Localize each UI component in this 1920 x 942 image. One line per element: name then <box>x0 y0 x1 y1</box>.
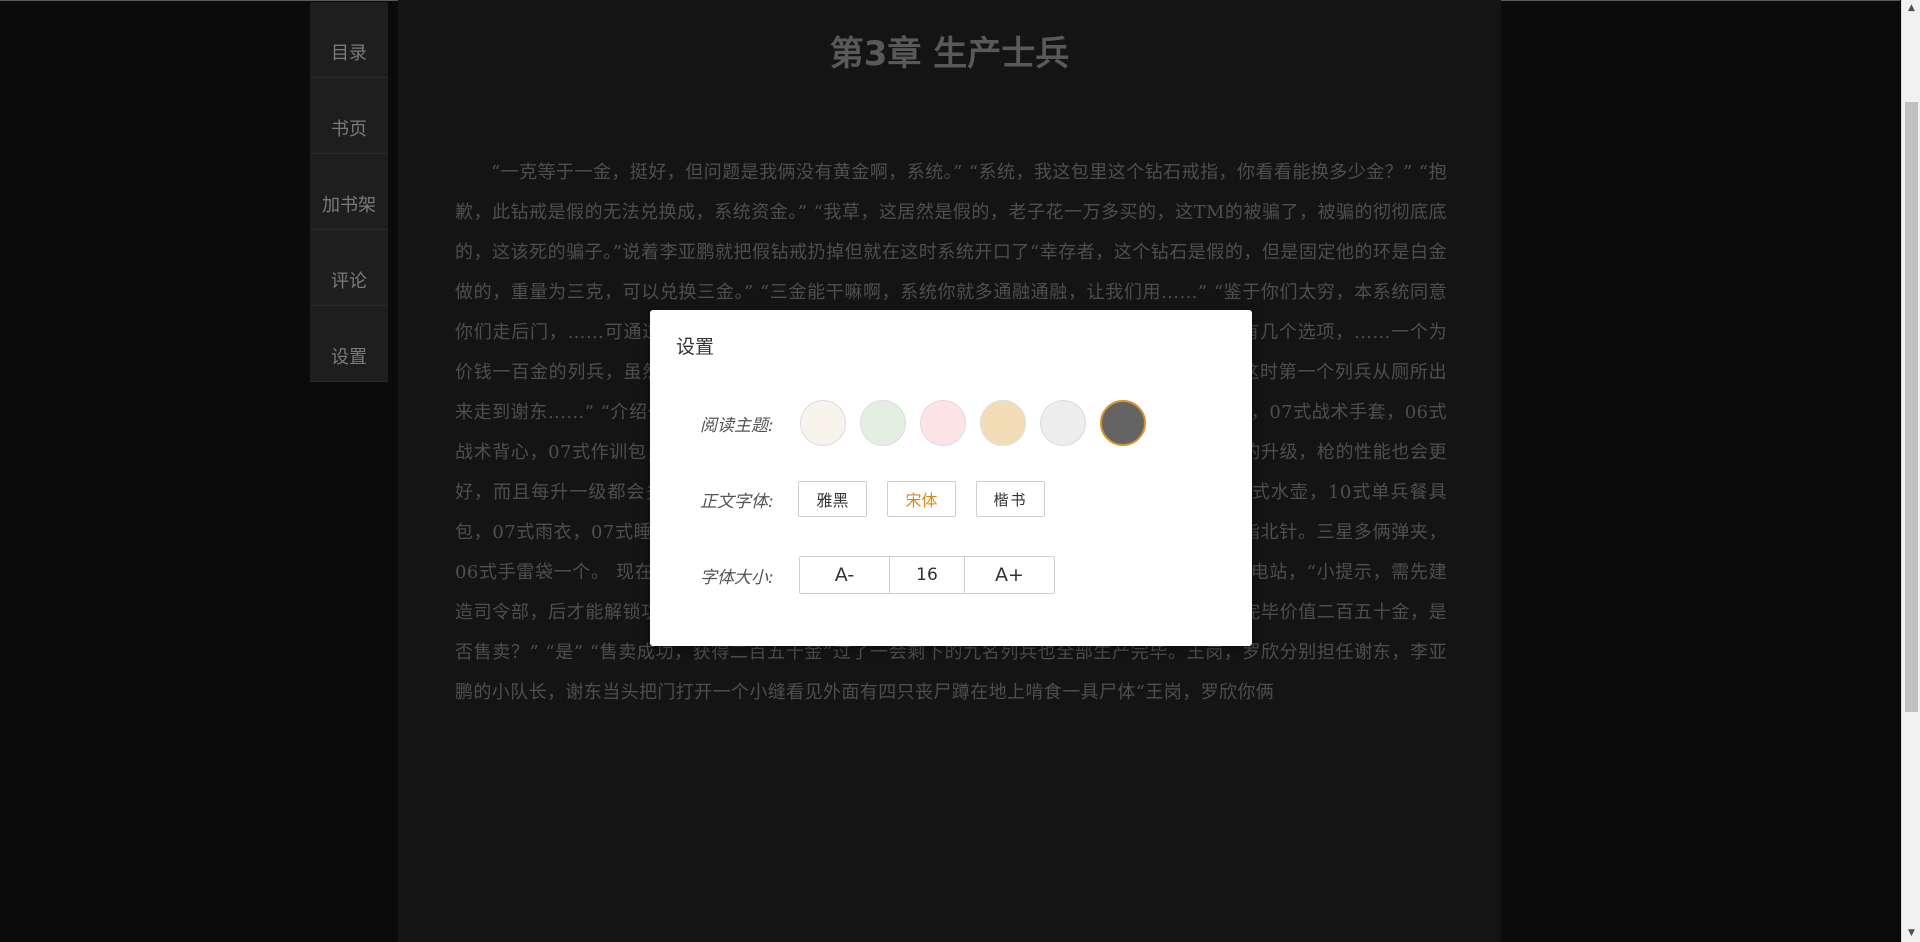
theme-swatch-gray[interactable] <box>1040 400 1086 446</box>
reader-page: 目录 书页 加书架 评论 设置 第3章 生产士兵 “一克等于一金，挺好，但问题是… <box>0 0 1920 942</box>
font-kaishu-button[interactable]: 楷书 <box>976 481 1045 517</box>
theme-swatch-cream[interactable] <box>800 400 846 446</box>
theme-swatch-pink[interactable] <box>920 400 966 446</box>
font-size-stepper: A- 16 A+ <box>799 556 1055 594</box>
scroll-thumb[interactable] <box>1905 102 1918 712</box>
font-size-decrease-button[interactable]: A- <box>800 557 889 593</box>
side-menu-settings[interactable]: 设置 <box>310 306 388 382</box>
theme-swatch-tan[interactable] <box>980 400 1026 446</box>
settings-dialog: 设置 阅读主题: 正文字体: 雅黑 宋体 楷书 字体大小: A- 16 A+ <box>650 310 1252 646</box>
size-label: 字体大小: <box>700 567 774 588</box>
theme-options <box>800 400 1146 446</box>
side-menu-label: 设置 <box>331 347 367 368</box>
font-size-value: 16 <box>889 557 965 593</box>
theme-label: 阅读主题: <box>700 415 774 436</box>
theme-swatch-dark[interactable] <box>1100 400 1146 446</box>
theme-swatch-green[interactable] <box>860 400 906 446</box>
font-row: 正文字体: 雅黑 宋体 楷书 <box>700 481 1045 517</box>
scroll-up-icon[interactable]: ▲ <box>1902 0 1920 17</box>
side-menu-toc[interactable]: 目录 <box>310 2 388 78</box>
page-scrollbar[interactable]: ▲ ▼ <box>1901 0 1920 942</box>
side-menu-label: 目录 <box>331 43 367 64</box>
chapter-title: 第3章 生产士兵 <box>829 34 1070 74</box>
font-options: 雅黑 宋体 楷书 <box>798 481 1045 517</box>
theme-row: 阅读主题: <box>700 400 1146 446</box>
side-menu-label: 书页 <box>331 119 367 140</box>
font-yahei-button[interactable]: 雅黑 <box>798 481 867 517</box>
side-menu-label: 评论 <box>331 271 367 292</box>
side-menu: 目录 书页 加书架 评论 设置 <box>310 2 388 382</box>
side-menu-label: 加书架 <box>322 195 376 216</box>
size-row: 字体大小: A- 16 A+ <box>700 556 1055 594</box>
font-songti-button[interactable]: 宋体 <box>887 481 956 517</box>
scroll-down-icon[interactable]: ▼ <box>1902 925 1920 942</box>
side-menu-comments[interactable]: 评论 <box>310 230 388 306</box>
font-size-increase-button[interactable]: A+ <box>965 557 1054 593</box>
side-menu-add-shelf[interactable]: 加书架 <box>310 154 388 230</box>
font-label: 正文字体: <box>700 491 774 512</box>
side-menu-book-page[interactable]: 书页 <box>310 78 388 154</box>
settings-title: 设置 <box>676 336 715 358</box>
